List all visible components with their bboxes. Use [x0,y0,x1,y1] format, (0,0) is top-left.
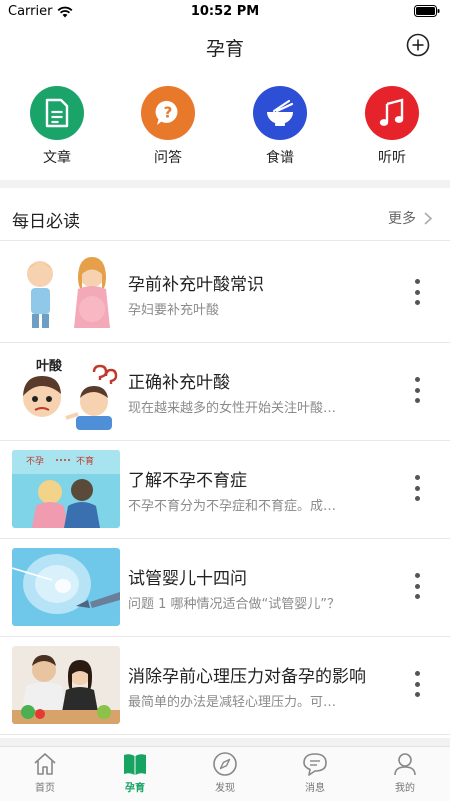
music-note-icon [365,86,419,140]
article-description: 孕妇要补充叶酸 [128,303,220,318]
quick-menu: 文章 ? 问答 食谱 听听 [0,86,450,176]
plus-circle-icon[interactable] [406,33,430,57]
tab-bar: 首页 孕育 发现 消息 我的 [0,746,450,801]
thumbnail-caption: 不育 [76,455,94,467]
article-thumbnail: 叶酸 [12,352,120,430]
person-icon [394,753,416,776]
article-thumbnail [12,646,120,724]
thumbnail-caption: 不孕 [26,456,44,467]
compass-icon [213,752,237,776]
tab-home[interactable]: 首页 [10,751,80,794]
quick-item-label: 问答 [154,150,182,166]
question-bubble-icon: ? [141,86,195,140]
section-header: 每日必读 更多 [0,194,450,241]
article-title: 了解不孕不育症 [128,471,247,491]
tab-pregnancy[interactable]: 孕育 [100,751,170,794]
section-divider [0,180,450,188]
article-list: 孕前补充叶酸常识 孕妇要补充叶酸 叶酸 正确补充叶酸 现在越来越多的女性开始关注… [0,245,450,735]
bottom-divider [0,738,450,746]
list-item[interactable]: 试管婴儿十四问 问题 1 哪种情况适合做“试管婴儿”？ [0,539,450,637]
tab-label: 首页 [35,783,55,794]
more-vertical-icon[interactable] [414,475,420,501]
tab-label: 我的 [395,783,415,794]
tab-label: 孕育 [125,783,145,794]
article-description: 最简单的办法是减轻心理压力。可… [128,695,337,710]
more-vertical-icon[interactable] [414,377,420,403]
list-item[interactable]: 消除孕前心理压力对备孕的影响 最简单的办法是减轻心理压力。可… [0,637,450,735]
home-icon [34,753,56,775]
page-title: 孕育 [205,38,244,60]
status-time: 10:52 PM [190,4,260,19]
tab-messages[interactable]: 消息 [280,751,350,794]
quick-item-label: 食谱 [266,150,294,166]
svg-text:?: ? [164,104,173,122]
article-description: 现在越来越多的女性开始关注叶酸… [128,401,337,416]
chevron-right-icon [424,211,432,225]
list-item[interactable]: 叶酸 正确补充叶酸 现在越来越多的女性开始关注叶酸… [0,343,450,441]
tab-label: 消息 [305,783,325,794]
article-description: 不孕不育分为不孕症和不育症。成… [128,499,337,514]
list-item[interactable]: 不孕 不育 了解不孕不育症 不孕不育分为不孕症和不育症。成… [0,441,450,539]
more-vertical-icon[interactable] [414,573,420,599]
article-thumbnail [12,548,120,626]
status-bar: Carrier 10:52 PM [0,0,450,24]
section-title: 每日必读 [12,212,80,232]
quick-item-qa[interactable]: ? 问答 [128,86,208,167]
more-link[interactable]: 更多 [388,208,432,228]
document-icon [30,86,84,140]
more-label: 更多 [388,211,416,227]
tab-discover[interactable]: 发现 [190,751,260,794]
quick-item-recipes[interactable]: 食谱 [240,86,320,167]
article-thumbnail [12,254,120,332]
bowl-icon [253,86,307,140]
article-title: 孕前补充叶酸常识 [128,275,264,295]
article-title: 正确补充叶酸 [128,373,230,393]
book-icon [124,754,146,775]
nav-bar: 孕育 [0,24,450,68]
article-title: 试管婴儿十四问 [128,569,247,589]
article-title: 消除孕前心理压力对备孕的影响 [128,667,366,687]
more-vertical-icon[interactable] [414,279,420,305]
more-vertical-icon[interactable] [414,671,420,697]
battery-icon [414,5,440,21]
article-thumbnail: 不孕 不育 [12,450,120,528]
chat-bubble-icon [303,753,327,776]
quick-item-label: 听听 [378,150,406,166]
quick-item-articles[interactable]: 文章 [17,86,97,167]
quick-item-listen[interactable]: 听听 [352,86,432,167]
list-item[interactable]: 孕前补充叶酸常识 孕妇要补充叶酸 [0,245,450,343]
tab-mine[interactable]: 我的 [370,751,440,794]
thumbnail-caption: 叶酸 [36,358,63,374]
article-description: 问题 1 哪种情况适合做“试管婴儿”？ [128,597,341,612]
tab-label: 发现 [215,783,235,794]
quick-item-label: 文章 [43,150,71,166]
